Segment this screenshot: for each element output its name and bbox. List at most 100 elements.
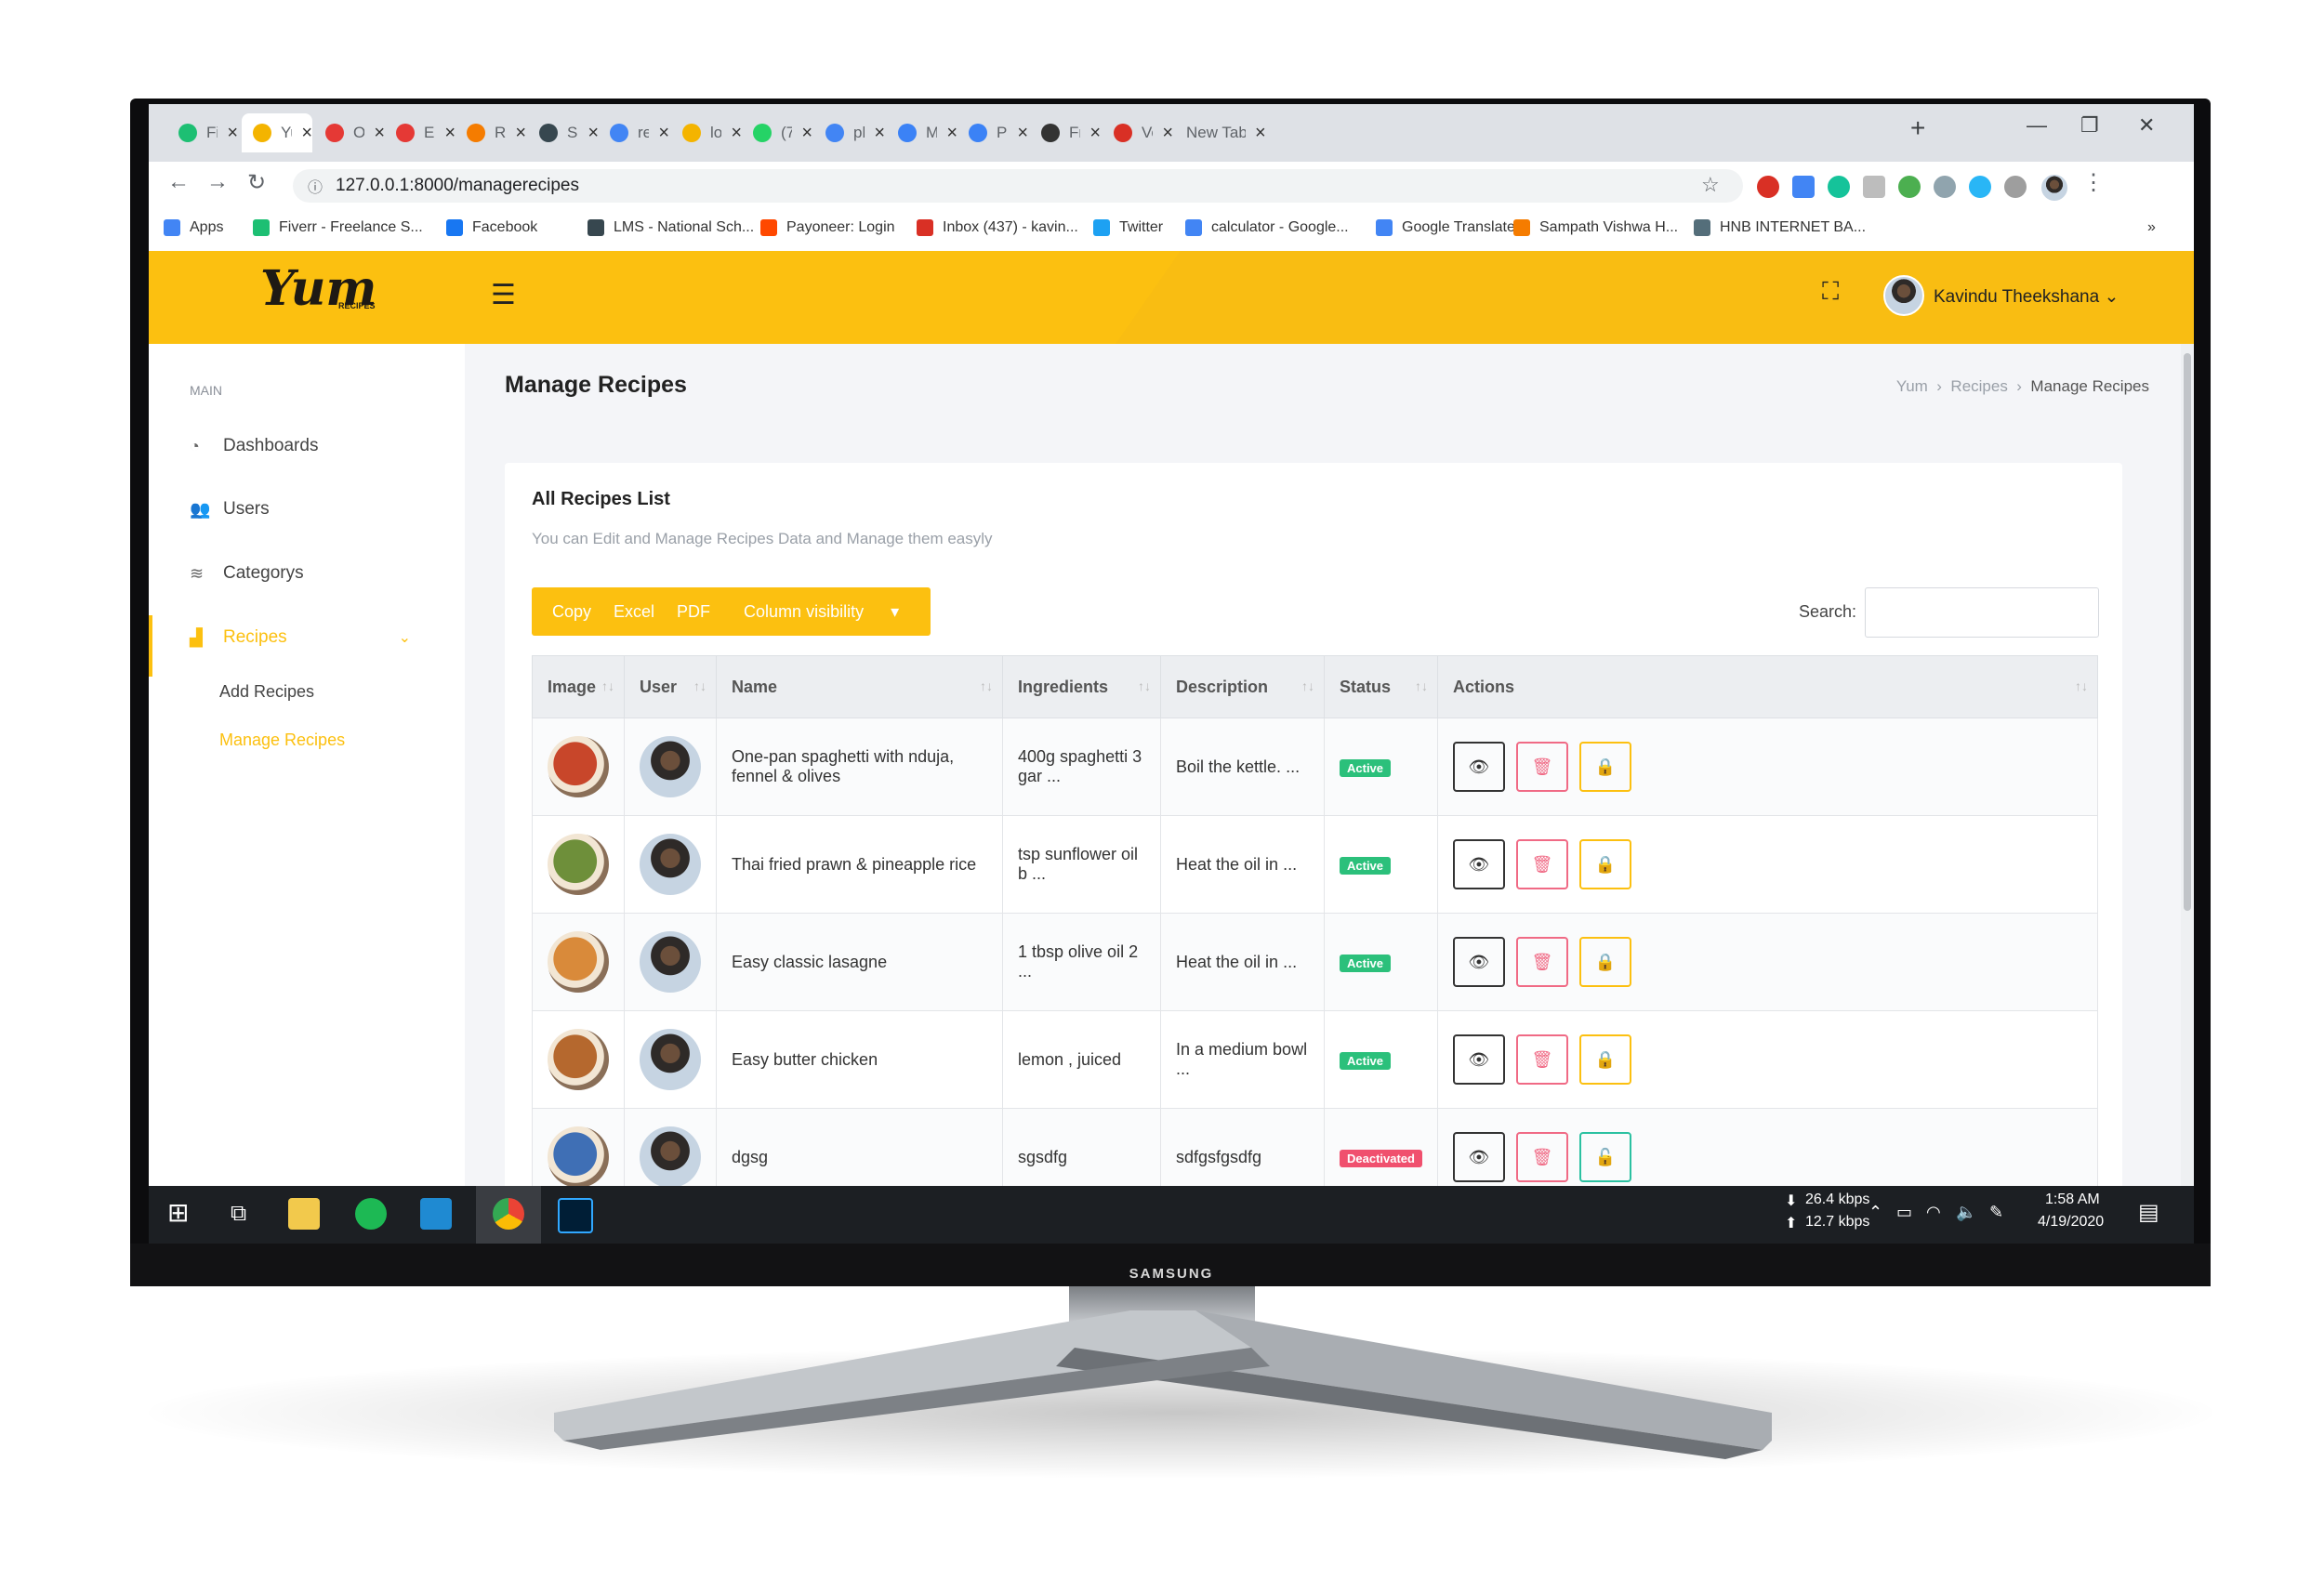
new-tab-icon[interactable]: + [1910,113,1925,143]
browser-tab[interactable]: Easy × [385,113,456,152]
adblock-extension-icon[interactable] [1757,176,1779,198]
minimize-icon[interactable]: — [2027,113,2047,138]
browser-tab[interactable]: Sear × [528,113,599,152]
browser-tab[interactable]: Fiverr × [167,113,238,152]
bookmark-star-icon[interactable]: ☆ [1701,173,1720,197]
close-tab-icon[interactable]: × [1255,123,1266,144]
vscode-icon[interactable] [420,1198,452,1230]
view-button[interactable]: 👁 [1452,839,1505,889]
delete-button[interactable]: 🗑 [1515,1034,1568,1085]
page-scrollbar[interactable] [2181,344,2194,1244]
browser-tab[interactable]: Free × [1030,113,1101,152]
close-tab-icon[interactable]: × [374,123,385,144]
bookmark-item[interactable]: Inbox (437) - kavin... [917,219,1078,236]
column-header-description[interactable]: Description ↑↓ [1160,655,1325,718]
battery-icon[interactable]: ▭ [1896,1203,1912,1222]
unlock-button[interactable]: 🔓 [1578,1132,1631,1182]
extension-icon[interactable] [1934,176,1956,198]
windows-start-icon[interactable]: ⊞ [167,1197,189,1228]
column-header-name[interactable]: Name ↑↓ [716,655,1003,718]
breadcrumb-item[interactable]: Recipes [1950,377,2007,395]
close-tab-icon[interactable]: × [731,123,742,144]
bookmark-item[interactable]: Fiverr - Freelance S... [253,219,423,236]
task-view-icon[interactable]: ⧉ [231,1201,246,1227]
close-tab-icon[interactable]: × [874,123,885,144]
clock-date[interactable]: 4/19/2020 [2038,1214,2104,1231]
browser-tab[interactable]: (7) V × [742,113,812,152]
close-tab-icon[interactable]: × [444,123,456,144]
bookmark-item[interactable]: Twitter [1093,219,1163,236]
photoshop-icon[interactable] [558,1198,593,1233]
column-header-actions[interactable]: Actions ↑↓ [1436,655,2099,718]
file-explorer-icon[interactable] [288,1198,320,1230]
extension-icon[interactable] [2004,176,2027,198]
browser-tab[interactable]: New Tab × [1175,113,1275,152]
restore-icon[interactable]: ❐ [2080,113,2099,138]
menu-toggle-icon[interactable]: ☰ [491,279,516,311]
browser-tab[interactable]: phot × [814,113,885,152]
close-tab-icon[interactable]: × [1017,123,1028,144]
browser-tab[interactable]: Verif × [1103,113,1173,152]
extension-icon[interactable] [1969,176,1991,198]
search-input[interactable] [1865,587,2099,638]
user-avatar[interactable] [1883,275,1924,316]
notifications-icon[interactable]: ▤ [2138,1199,2159,1226]
bookmark-item[interactable]: HNB INTERNET BA... [1694,219,1866,236]
close-tab-icon[interactable]: × [801,123,812,144]
delete-button[interactable]: 🗑 [1515,742,1568,792]
sidebar-subitem-add-recipes[interactable]: Add Recipes [219,682,314,702]
delete-button[interactable]: 🗑 [1515,1132,1568,1182]
back-icon[interactable]: ← [167,169,190,195]
table-row[interactable]: Easy classic lasagne 1 tbsp olive oil 2 .… [532,913,2099,1011]
excel-button[interactable]: Excel [614,602,654,622]
reload-icon[interactable]: ↻ [247,169,266,196]
close-tab-icon[interactable]: × [227,123,238,144]
copy-button[interactable]: Copy [552,602,591,622]
spotify-icon[interactable] [355,1198,387,1230]
sidebar-item-dashboards[interactable]: ◔ Dashboards [190,436,318,456]
chrome-menu-icon[interactable]: ⋮ [2082,169,2105,196]
bookmark-item[interactable]: Facebook [446,219,537,236]
close-tab-icon[interactable]: × [515,123,526,144]
fullscreen-icon[interactable]: ⛶ [1822,277,1839,307]
close-tab-icon[interactable]: × [658,123,669,144]
pen-icon[interactable]: ✎ [1989,1203,2003,1222]
pdf-button[interactable]: PDF [677,602,710,622]
table-row[interactable]: Easy butter chicken lemon , juiced In a me… [532,1010,2099,1109]
sidebar-item-recipes[interactable]: ▟ Recipes ⌄ [190,627,411,648]
address-bar[interactable]: ⓘ 127.0.0.1:8000/managerecipes [293,169,1743,203]
view-button[interactable]: 👁 [1452,937,1505,987]
column-visibility-button[interactable]: Column visibility ▾ [733,602,910,622]
extension-icon[interactable] [1898,176,1921,198]
column-header-ingredients[interactable]: Ingredients ↑↓ [1002,655,1161,718]
bookmark-item[interactable]: calculator - Google... [1185,219,1349,236]
column-header-user[interactable]: User ↑↓ [624,655,717,718]
browser-tab[interactable]: local × [671,113,742,152]
close-tab-icon[interactable]: × [588,123,599,144]
wifi-icon[interactable]: ◠ [1926,1203,1941,1222]
grammarly-extension-icon[interactable] [1828,176,1850,198]
more-bookmarks-icon[interactable]: » [2147,219,2156,236]
close-window-icon[interactable]: ✕ [2138,113,2155,138]
view-button[interactable]: 👁 [1452,742,1505,792]
scrollbar-thumb[interactable] [2184,353,2191,911]
view-button[interactable]: 👁 [1452,1034,1505,1085]
extension-icon[interactable] [1863,176,1885,198]
sidebar-subitem-manage-recipes[interactable]: Manage Recipes [219,731,345,750]
column-header-status[interactable]: Status ↑↓ [1324,655,1438,718]
chrome-icon[interactable] [493,1198,524,1230]
browser-tab[interactable]: Yum × [242,113,312,152]
breadcrumb-item[interactable]: Yum [1896,377,1928,395]
browser-tab[interactable]: One × [314,113,385,152]
view-button[interactable]: 👁 [1452,1132,1505,1182]
delete-button[interactable]: 🗑 [1515,839,1568,889]
table-row[interactable]: One-pan spaghetti with nduja, fennel & o… [532,718,2099,816]
table-row[interactable]: Thai fried prawn & pineapple rice tsp sun… [532,815,2099,914]
browser-tab[interactable]: Moc × [887,113,957,152]
close-tab-icon[interactable]: × [1089,123,1101,144]
browser-tab[interactable]: Pren × [957,113,1028,152]
bookmark-item[interactable]: Apps [164,219,223,236]
close-tab-icon[interactable]: × [301,123,312,144]
bookmark-item[interactable]: LMS - National Sch... [588,219,754,236]
extension-icon[interactable] [1792,176,1815,198]
